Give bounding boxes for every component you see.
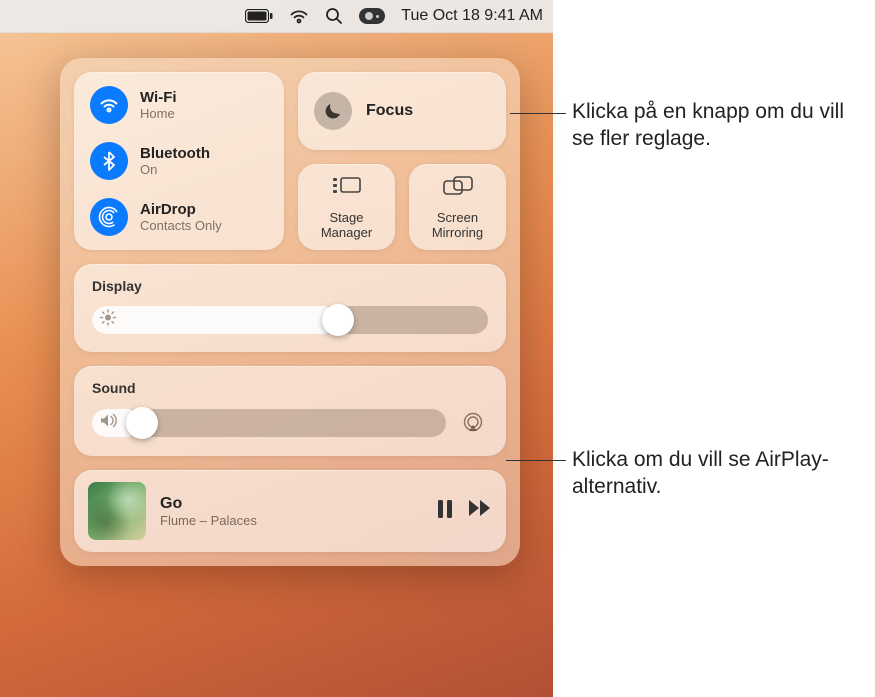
callout-top: Klicka på en knapp om du vill se fler re… [572, 98, 862, 153]
stage-manager-label: Stage Manager [304, 211, 389, 240]
screen-mirroring-icon [443, 176, 473, 203]
track-artist: Flume – Palaces [160, 513, 422, 528]
bluetooth-status: On [140, 162, 210, 177]
battery-icon[interactable] [245, 9, 273, 23]
stage-manager-button[interactable]: Stage Manager [298, 164, 395, 250]
wifi-title: Wi-Fi [140, 89, 177, 106]
spotlight-icon[interactable] [325, 7, 343, 25]
focus-button[interactable]: Focus [298, 72, 506, 150]
bluetooth-icon [90, 142, 128, 180]
callout-airplay: Klicka om du vill se AirPlay-alternativ. [572, 446, 862, 501]
sound-title: Sound [92, 380, 488, 396]
display-title: Display [92, 278, 488, 294]
airdrop-icon [90, 198, 128, 236]
menubar-datetime[interactable]: Tue Oct 18 9:41 AM [401, 7, 543, 25]
callout-line [510, 113, 566, 114]
moon-icon [314, 92, 352, 130]
stage-manager-icon [332, 176, 362, 203]
next-track-button[interactable] [468, 499, 492, 524]
sound-tile: Sound [74, 366, 506, 456]
airdrop-button[interactable]: AirDrop Contacts Only [90, 198, 268, 236]
airdrop-title: AirDrop [140, 201, 222, 218]
wifi-icon [90, 86, 128, 124]
connectivity-tile: Wi-Fi Home Bluetooth On AirDrop [74, 72, 284, 250]
display-tile: Display [74, 264, 506, 352]
control-center-panel: Wi-Fi Home Bluetooth On AirDrop [60, 58, 520, 566]
menubar: Tue Oct 18 9:41 AM [0, 0, 553, 33]
focus-title: Focus [366, 102, 413, 120]
control-center-icon[interactable] [359, 8, 385, 24]
pause-button[interactable] [436, 499, 454, 524]
screen-mirroring-label: Screen Mirroring [415, 211, 500, 240]
screen-mirroring-button[interactable]: Screen Mirroring [409, 164, 506, 250]
wifi-button[interactable]: Wi-Fi Home [90, 86, 268, 124]
bluetooth-title: Bluetooth [140, 145, 210, 162]
sound-slider[interactable] [92, 409, 446, 437]
callout-line [506, 460, 566, 461]
wifi-icon[interactable] [289, 9, 309, 24]
bluetooth-button[interactable]: Bluetooth On [90, 142, 268, 180]
airplay-audio-button[interactable] [458, 408, 488, 438]
now-playing-tile[interactable]: Go Flume – Palaces [74, 470, 506, 552]
airdrop-status: Contacts Only [140, 218, 222, 233]
album-artwork [88, 482, 146, 540]
track-title: Go [160, 495, 422, 513]
wifi-status: Home [140, 106, 177, 121]
display-slider[interactable] [92, 306, 488, 334]
